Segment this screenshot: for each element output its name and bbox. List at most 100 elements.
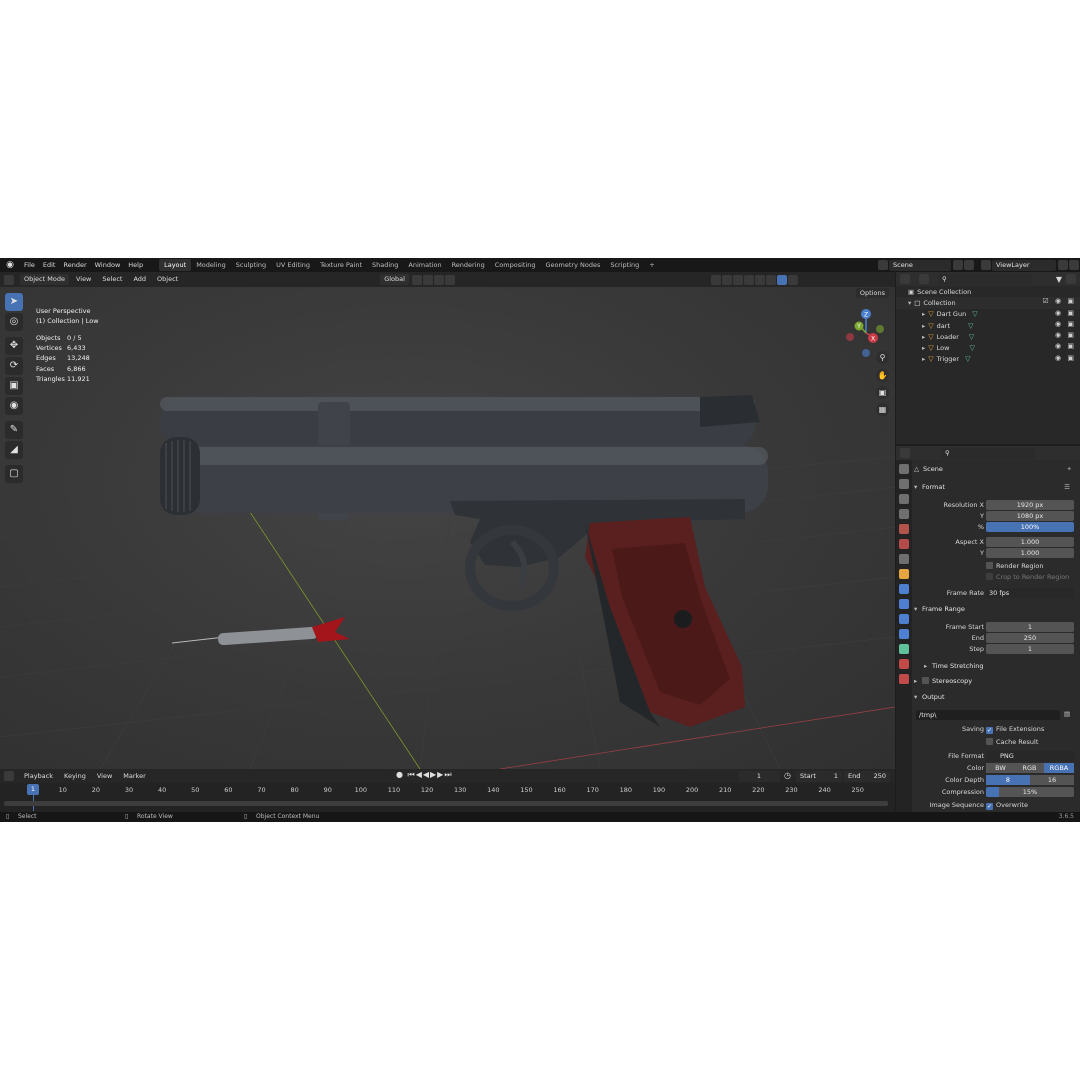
aspect-y-field[interactable]: 1.000 bbox=[986, 548, 1074, 558]
file-extensions-checkbox[interactable]: ✓ File Extensions bbox=[986, 725, 1044, 734]
expand-arrow-icon[interactable]: ▸ bbox=[922, 310, 925, 318]
new-collection-icon[interactable] bbox=[1066, 274, 1076, 284]
view-layer-field[interactable]: ViewLayer bbox=[992, 259, 1056, 271]
overwrite-check[interactable]: ✓ bbox=[986, 803, 993, 810]
timeline-editor-icon[interactable] bbox=[4, 771, 14, 781]
overwrite-checkbox[interactable]: ✓ Overwrite bbox=[986, 801, 1028, 810]
timeline-ruler[interactable]: 1 10 20 30 40 50 60 70 80 90 100 110 120 130 140 150 16… bbox=[0, 783, 895, 797]
blender-logo-icon[interactable]: ◉ bbox=[4, 259, 16, 271]
particles-tab-icon[interactable] bbox=[899, 599, 909, 609]
output-path-input[interactable]: /tmp\ bbox=[916, 710, 1060, 720]
playback-controls[interactable]: ● ⏮◀◀▶▶⏭ bbox=[396, 770, 453, 780]
panel-frame-range-header[interactable]: ▾ Frame Range bbox=[914, 605, 1076, 618]
camera-view-icon[interactable]: ▣ bbox=[876, 386, 889, 399]
annotate-tool-icon[interactable]: ✎ bbox=[5, 421, 23, 439]
outliner-item-dart[interactable]: ▸ ▽ dart ▽ ◉ ▣ bbox=[896, 320, 1080, 331]
frame-rate-dropdown[interactable]: 30 fps bbox=[986, 588, 1074, 598]
options-dropdown[interactable]: Options bbox=[855, 288, 889, 298]
collapse-arrow-icon[interactable]: ▾ bbox=[908, 299, 911, 307]
pan-hand-icon[interactable]: ✋ bbox=[876, 369, 889, 382]
menu-object[interactable]: Object bbox=[153, 274, 182, 285]
outliner-search-input[interactable]: ⚲ bbox=[938, 273, 1032, 285]
menu-playback[interactable]: Playback bbox=[20, 771, 57, 782]
new-view-layer-icon[interactable] bbox=[1058, 260, 1068, 270]
collection-tab-icon[interactable] bbox=[899, 554, 909, 564]
snap-icon[interactable] bbox=[422, 274, 433, 285]
current-frame-field[interactable]: 1 bbox=[738, 771, 780, 782]
shading-material-icon[interactable] bbox=[776, 274, 787, 285]
gizmo-toggle-icon[interactable] bbox=[721, 274, 732, 285]
file-format-dropdown[interactable]: PNG bbox=[986, 751, 1074, 761]
outliner-item-dart-gun[interactable]: ▸ ▽ Dart Gun ▽ ◉ ▣ bbox=[896, 309, 1080, 320]
tab-animation[interactable]: Animation bbox=[403, 259, 446, 271]
tab-scripting[interactable]: Scripting bbox=[605, 259, 644, 271]
xray-icon[interactable] bbox=[743, 274, 754, 285]
cursor-tool-icon[interactable]: ◎ bbox=[5, 313, 23, 331]
crop-region-checkbox[interactable]: Crop to Render Region bbox=[986, 573, 1080, 584]
texture-tab-icon[interactable] bbox=[899, 674, 909, 684]
color-bw-option[interactable]: BW bbox=[986, 763, 1015, 773]
filter-icon[interactable]: ▼ bbox=[1056, 275, 1062, 284]
menu-view[interactable]: View bbox=[72, 274, 95, 285]
view-layer-icon[interactable] bbox=[981, 260, 991, 270]
outliner-scene-collection[interactable]: ▣ Scene Collection bbox=[896, 286, 1080, 297]
menu-help[interactable]: Help bbox=[124, 261, 147, 269]
select-box-tool-icon[interactable]: ➤ bbox=[5, 293, 23, 311]
tab-shading[interactable]: Shading bbox=[367, 259, 403, 271]
expand-arrow-icon[interactable]: ▸ bbox=[922, 322, 925, 330]
visibility-icon[interactable] bbox=[710, 274, 721, 285]
shading-solid-icon[interactable] bbox=[765, 274, 776, 285]
render-region-check[interactable] bbox=[986, 562, 993, 569]
material-tab-icon[interactable] bbox=[899, 659, 909, 669]
shading-wireframe-icon[interactable] bbox=[754, 274, 765, 285]
scene-name-field[interactable]: Scene bbox=[889, 259, 951, 271]
depth-16-option[interactable]: 16 bbox=[1030, 775, 1074, 785]
output-tab-icon[interactable] bbox=[899, 494, 909, 504]
properties-search-input[interactable]: ⚲ bbox=[941, 447, 1035, 459]
tab-geometry-nodes[interactable]: Geometry Nodes bbox=[541, 259, 606, 271]
panel-time-stretching-header[interactable]: ▸ Time Stretching bbox=[924, 662, 1080, 675]
folder-icon[interactable]: ▤ bbox=[1064, 710, 1070, 718]
snap-target-icon[interactable] bbox=[433, 274, 444, 285]
visibility-icons[interactable]: ◉ ▣ bbox=[1055, 342, 1076, 350]
visibility-icons[interactable]: ◉ ▣ bbox=[1055, 331, 1076, 339]
menu-add[interactable]: Add bbox=[129, 274, 150, 285]
world-tab-icon[interactable] bbox=[899, 539, 909, 549]
panel-format-header[interactable]: ▾ Format ☰ bbox=[914, 483, 1076, 496]
editor-type-icon[interactable] bbox=[4, 274, 14, 285]
visibility-icons[interactable]: ◉ ▣ bbox=[1055, 320, 1076, 328]
navigation-gizmo[interactable]: Z Y X bbox=[840, 307, 890, 357]
end-frame-field[interactable]: End 250 bbox=[844, 771, 890, 782]
frame-step-field[interactable]: 1 bbox=[986, 644, 1074, 654]
render-region-checkbox[interactable]: Render Region bbox=[986, 562, 1080, 573]
tab-sculpting[interactable]: Sculpting bbox=[231, 259, 271, 271]
proportional-edit-icon[interactable] bbox=[444, 274, 455, 285]
rotate-tool-icon[interactable]: ⟳ bbox=[5, 357, 23, 375]
expand-arrow-icon[interactable]: ▸ bbox=[922, 344, 925, 352]
compression-slider[interactable]: 15% bbox=[986, 787, 1074, 797]
display-mode-icon[interactable] bbox=[919, 274, 929, 284]
perspective-toggle-icon[interactable]: ▦ bbox=[876, 403, 889, 416]
tool-tab-icon[interactable] bbox=[899, 464, 909, 474]
properties-editor-icon[interactable] bbox=[900, 448, 910, 458]
tab-rendering[interactable]: Rendering bbox=[447, 259, 490, 271]
scale-tool-icon[interactable]: ▣ bbox=[5, 377, 23, 395]
visibility-icons[interactable]: ◉ ▣ bbox=[1055, 354, 1076, 362]
physics-tab-icon[interactable] bbox=[899, 614, 909, 624]
new-scene-icon[interactable] bbox=[953, 260, 963, 270]
modifiers-tab-icon[interactable] bbox=[899, 584, 909, 594]
depth-8-option[interactable]: 8 bbox=[986, 775, 1030, 785]
add-workspace-button[interactable]: + bbox=[644, 259, 659, 271]
stereoscopy-check[interactable] bbox=[922, 677, 929, 684]
tab-texture-paint[interactable]: Texture Paint bbox=[315, 259, 367, 271]
3d-viewport[interactable]: ➤ ◎ ✥ ⟳ ▣ ◉ ✎ ◢ ▢ User Perspective (1) C… bbox=[0, 287, 895, 769]
transform-orientation-dropdown[interactable]: Global bbox=[380, 274, 409, 285]
menu-window[interactable]: Window bbox=[91, 261, 125, 269]
tab-compositing[interactable]: Compositing bbox=[490, 259, 541, 271]
menu-select[interactable]: Select bbox=[98, 274, 126, 285]
visibility-icons[interactable]: ◉ ▣ bbox=[1055, 309, 1076, 317]
resolution-x-field[interactable]: 1920 px bbox=[986, 500, 1074, 510]
transform-tool-icon[interactable]: ◉ bbox=[5, 397, 23, 415]
frame-end-field[interactable]: 250 bbox=[986, 633, 1074, 643]
delete-scene-icon[interactable] bbox=[964, 260, 974, 270]
